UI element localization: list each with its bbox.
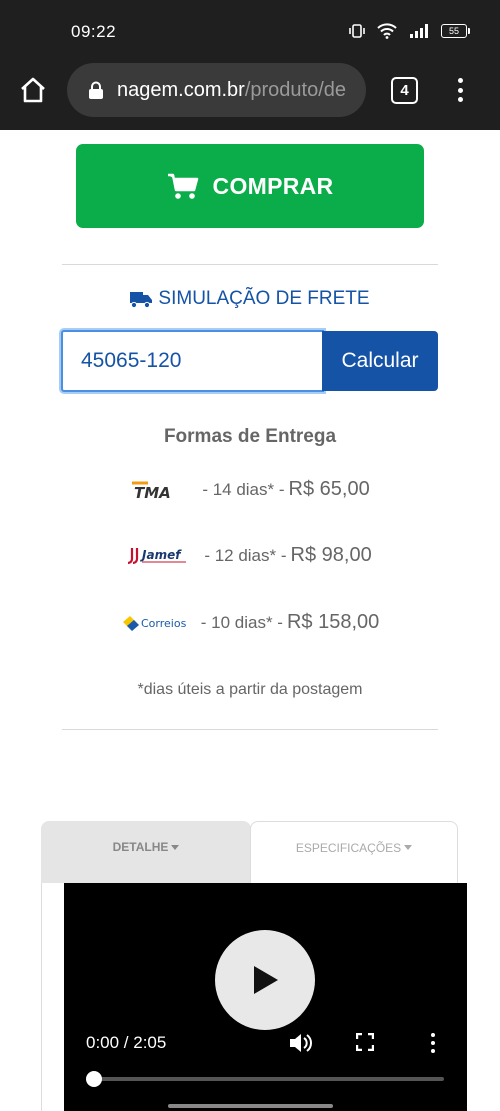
- play-icon: [254, 966, 278, 994]
- delivery-title: Formas de Entrega: [163, 426, 337, 447]
- home-button[interactable]: [18, 75, 48, 105]
- battery-level: 55: [441, 24, 467, 38]
- url-text: nagem.com.br/produto/de: [117, 79, 346, 102]
- status-time: 09:22: [71, 22, 117, 41]
- wifi-icon: [377, 23, 397, 39]
- browser-menu-button[interactable]: [450, 75, 470, 105]
- cep-input[interactable]: [61, 330, 324, 392]
- correios-logo: Correios: [121, 612, 191, 634]
- volume-button[interactable]: [288, 1032, 314, 1059]
- video-menu-button[interactable]: [430, 1033, 436, 1053]
- video-progress-thumb[interactable]: [86, 1071, 102, 1087]
- buy-button-label: COMPRAR: [212, 172, 334, 199]
- freight-title-text: SIMULAÇÃO DE FRETE: [158, 288, 370, 309]
- truck-icon: [130, 292, 153, 308]
- url-path: /produto/de: [244, 78, 347, 101]
- svg-text:Correios: Correios: [141, 617, 187, 630]
- delivery-price: R$ 158,00: [286, 611, 380, 633]
- delivery-price: R$ 98,00: [290, 544, 372, 566]
- fullscreen-button[interactable]: [355, 1032, 375, 1056]
- tab-detail[interactable]: DETALHE: [41, 821, 251, 883]
- lock-icon: [89, 81, 103, 99]
- video-progress-track[interactable]: [94, 1077, 444, 1081]
- delivery-days: - 14 dias* -: [202, 479, 285, 499]
- tab-specifications-label: ESPECIFICAÇÕES: [295, 840, 402, 855]
- address-bar[interactable]: nagem.com.br/produto/de: [67, 63, 366, 117]
- delivery-price: R$ 65,00: [288, 478, 370, 500]
- battery-icon: 55: [441, 24, 470, 38]
- chevron-down-icon: [404, 845, 413, 850]
- cart-icon: [167, 173, 198, 199]
- status-bar: 09:22 55: [0, 0, 500, 62]
- volume-icon: [290, 1034, 312, 1052]
- divider: [62, 729, 438, 730]
- tab-switcher-button[interactable]: 4: [391, 77, 418, 104]
- panel-border: [41, 883, 42, 1111]
- fullscreen-icon: [355, 1032, 375, 1052]
- jamef-logo: Jamef: [128, 545, 188, 567]
- browser-toolbar: nagem.com.br/produto/de 4: [0, 62, 500, 130]
- delivery-days: - 10 dias* -: [200, 612, 283, 632]
- delivery-option-correios: Correios - 10 dias* - R$ 158,00: [0, 611, 500, 634]
- tab-detail-label: DETALHE: [112, 840, 169, 854]
- chevron-down-icon: [171, 844, 180, 850]
- freight-title: SIMULAÇÃO DE FRETE: [0, 288, 500, 310]
- signal-icon: [410, 24, 428, 38]
- url-domain: nagem.com.br: [117, 78, 245, 101]
- vibrate-icon: [349, 24, 365, 38]
- video-player[interactable]: 0:00 / 2:05: [64, 883, 467, 1111]
- tma-logo: TMA: [130, 479, 186, 501]
- delivery-days: - 12 dias* -: [204, 545, 287, 565]
- delivery-note: *dias úteis a partir da postagem: [137, 681, 363, 698]
- calculate-button[interactable]: Calcular: [322, 331, 438, 391]
- divider: [62, 264, 438, 265]
- delivery-option-tma: TMA - 14 dias* - R$ 65,00: [0, 478, 500, 501]
- tab-specifications[interactable]: ESPECIFICAÇÕES: [250, 821, 458, 883]
- video-time: 0:00 / 2:05: [86, 1033, 167, 1052]
- buy-button[interactable]: COMPRAR: [76, 144, 424, 228]
- gesture-bar: [168, 1104, 333, 1108]
- status-icons: 55: [349, 23, 470, 39]
- play-button[interactable]: [215, 930, 315, 1030]
- svg-text:Jamef: Jamef: [140, 548, 182, 562]
- home-icon: [21, 77, 45, 103]
- delivery-option-jamef: Jamef - 12 dias* - R$ 98,00: [0, 544, 500, 567]
- svg-text:TMA: TMA: [134, 484, 171, 501]
